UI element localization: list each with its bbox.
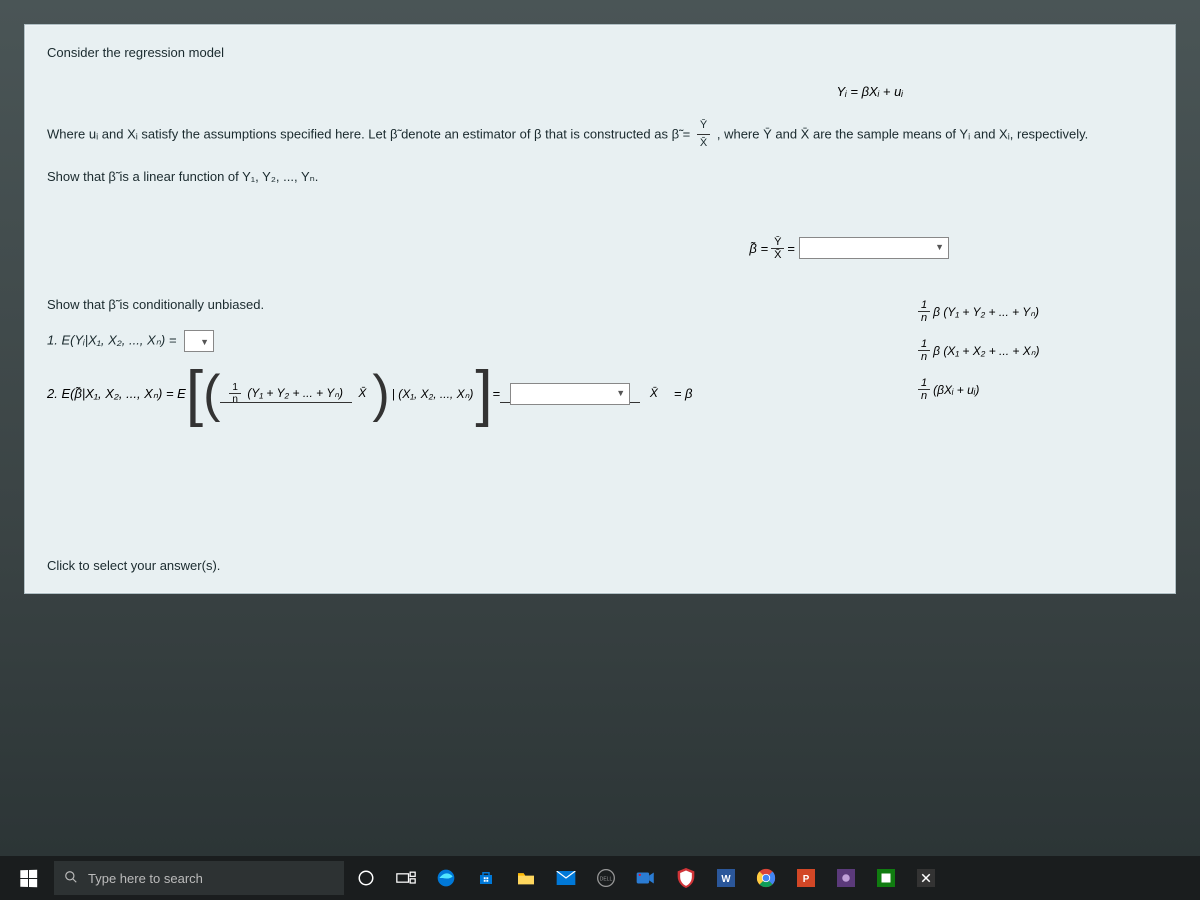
answer-dropdown-linear[interactable] bbox=[799, 237, 949, 259]
close-app-icon[interactable] bbox=[908, 860, 944, 896]
search-icon bbox=[64, 870, 78, 887]
q2-result: = β bbox=[674, 386, 693, 401]
app-icon-2[interactable] bbox=[868, 860, 904, 896]
bracket-open: [ bbox=[186, 370, 203, 418]
svg-text:DELL: DELL bbox=[600, 877, 613, 883]
q2-main-fraction: 1 n (Y₁ + Y₂ + ... + Yₙ) X̄ bbox=[220, 382, 372, 405]
svg-text:P: P bbox=[803, 874, 810, 885]
app-icon-1[interactable] bbox=[828, 860, 864, 896]
beta-lhs: β̃ = bbox=[749, 241, 768, 256]
q1-lhs: 1. E(Yᵢ|X₁, X₂, ..., Xₙ) = bbox=[47, 332, 180, 347]
taskbar-search[interactable]: Type here to search bbox=[54, 861, 344, 895]
q2-answer-fraction: X̄ bbox=[500, 383, 664, 405]
paren-close: ) bbox=[372, 370, 389, 418]
start-button[interactable] bbox=[6, 860, 50, 896]
where-pre: Where uᵢ and Xᵢ satisfy the assumptions … bbox=[47, 126, 694, 141]
question-panel: Consider the regression model Yᵢ = βXᵢ +… bbox=[24, 24, 1176, 594]
svg-text:W: W bbox=[721, 874, 731, 885]
search-placeholder: Type here to search bbox=[88, 871, 203, 886]
option-3[interactable]: 1 n (βXᵢ + uᵢ) bbox=[915, 377, 1125, 402]
word-icon[interactable]: W bbox=[708, 860, 744, 896]
q2-lhs: 2. E(β̃|X₁, X₂, ..., Xₙ) = E bbox=[47, 386, 186, 402]
beta-equation-row: β̃ = Ȳ X̄ = bbox=[47, 236, 1153, 261]
task-view-icon[interactable] bbox=[388, 860, 424, 896]
cortana-icon[interactable] bbox=[348, 860, 384, 896]
file-explorer-icon[interactable] bbox=[508, 860, 544, 896]
show-linear-text: Show that β̃ is a linear function of Y₁,… bbox=[47, 167, 1153, 188]
paren-open: ( bbox=[203, 370, 220, 418]
q2-equals: = bbox=[493, 386, 501, 401]
option-2[interactable]: 1 n β (X₁ + X₂ + ... + Xₙ) bbox=[915, 338, 1125, 363]
powerpoint-icon[interactable]: P bbox=[788, 860, 824, 896]
beta-fraction: Ȳ X̄ bbox=[771, 236, 784, 261]
windows-logo-icon bbox=[20, 869, 37, 887]
option-1[interactable]: 1 n β (Y₁ + Y₂ + ... + Yₙ) bbox=[915, 299, 1125, 324]
q2-conditional: | (X₁, X₂, ..., Xₙ) bbox=[392, 387, 474, 401]
intro-text: Consider the regression model bbox=[47, 43, 1153, 64]
security-icon[interactable] bbox=[668, 860, 704, 896]
store-icon[interactable] bbox=[468, 860, 504, 896]
model-equation: Yᵢ = βXᵢ + uᵢ bbox=[47, 84, 1153, 99]
answer-dropdown-q1[interactable] bbox=[184, 330, 214, 352]
equals-sign: = bbox=[787, 241, 795, 256]
windows-taskbar: Type here to search DELL W P bbox=[0, 856, 1200, 900]
click-hint-text: Click to select your answer(s). bbox=[47, 558, 220, 573]
chrome-icon[interactable] bbox=[748, 860, 784, 896]
camera-icon[interactable] bbox=[628, 860, 664, 896]
edge-icon[interactable] bbox=[428, 860, 464, 896]
mail-icon[interactable] bbox=[548, 860, 584, 896]
where-post: , where Ȳ and X̄ are the sample means of… bbox=[717, 126, 1088, 141]
beta-tilde-fraction: Ȳ X̄ bbox=[697, 117, 710, 153]
answer-options-panel: 1 n β (Y₁ + Y₂ + ... + Yₙ) 1 n β (X₁ + X… bbox=[915, 285, 1125, 416]
dell-icon[interactable]: DELL bbox=[588, 860, 624, 896]
answer-dropdown-q2-num[interactable] bbox=[510, 383, 630, 405]
bracket-close: ] bbox=[475, 370, 492, 418]
where-clause: Where uᵢ and Xᵢ satisfy the assumptions … bbox=[47, 117, 1153, 153]
